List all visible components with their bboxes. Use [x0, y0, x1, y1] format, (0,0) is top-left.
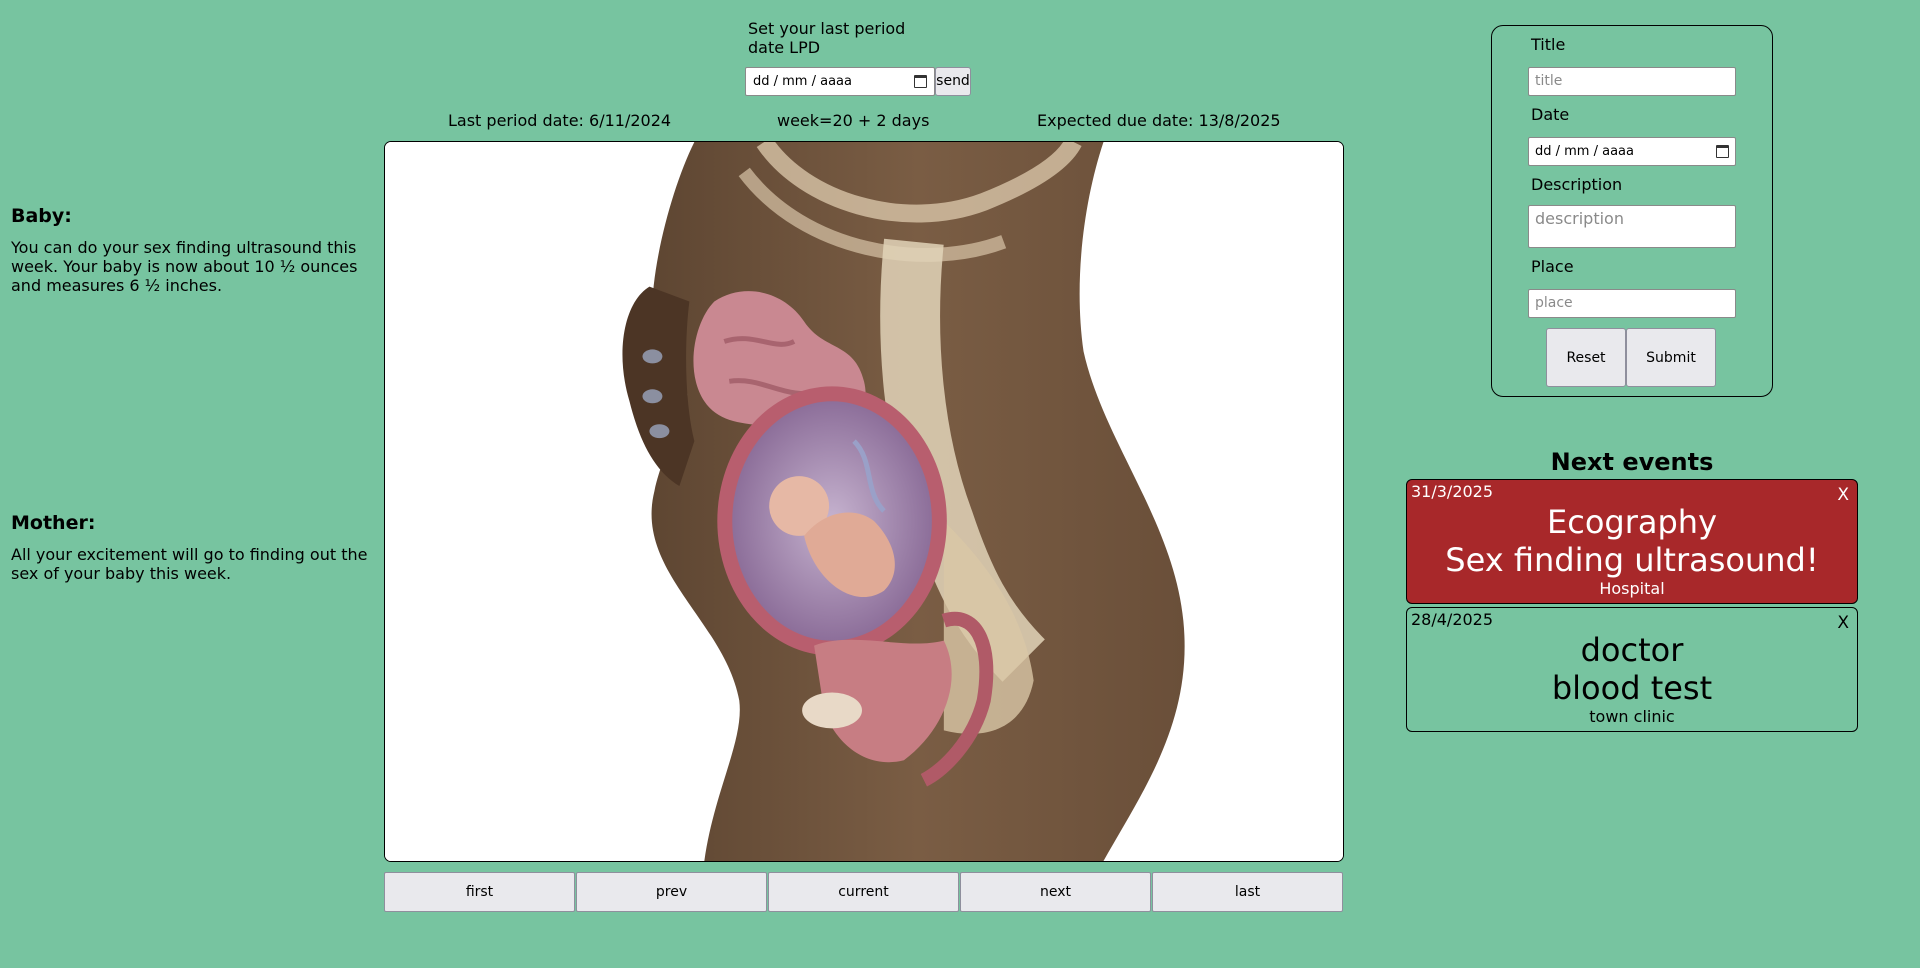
pregnancy-week: week=20 + 2 days	[777, 111, 930, 130]
event-name: blood test	[1551, 669, 1713, 707]
description-textarea[interactable]: description	[1528, 205, 1736, 248]
date-placeholder: dd / mm / aaaa	[1535, 144, 1634, 159]
event-place: town clinic	[1589, 707, 1675, 726]
expected-due-date: Expected due date: 13/8/2025	[1037, 111, 1281, 130]
event-date: 28/4/2025	[1411, 610, 1494, 629]
place-label: Place	[1531, 257, 1574, 276]
title-input[interactable]: title	[1528, 67, 1736, 96]
date-label: Date	[1531, 105, 1570, 124]
mother-text: All your excitement will go to finding o…	[11, 545, 368, 583]
event-card: 28/4/2025 X doctor blood test town clini…	[1406, 607, 1858, 732]
place-input[interactable]: place	[1528, 289, 1736, 318]
prev-button[interactable]: prev	[576, 872, 767, 912]
last-period-date: Last period date: 6/11/2024	[448, 111, 672, 130]
current-button[interactable]: current	[768, 872, 959, 912]
calendar-icon[interactable]	[914, 75, 927, 88]
event-type: Ecography	[1547, 503, 1717, 541]
calendar-icon[interactable]	[1716, 145, 1729, 158]
baby-text: You can do your sex finding ultrasound t…	[11, 238, 358, 295]
pregnancy-illustration	[384, 141, 1344, 862]
event-date: 31/3/2025	[1411, 482, 1494, 501]
last-button[interactable]: last	[1152, 872, 1343, 912]
lpd-date-input[interactable]: dd / mm / aaaa	[745, 67, 935, 96]
event-type: doctor	[1580, 631, 1684, 669]
title-label: Title	[1531, 35, 1566, 54]
submit-button[interactable]: Submit	[1626, 328, 1716, 387]
pregnancy-anatomy-illustration	[385, 142, 1343, 861]
date-input[interactable]: dd / mm / aaaa	[1528, 137, 1736, 166]
send-button[interactable]: send	[935, 67, 971, 96]
description-label: Description	[1531, 175, 1623, 194]
first-button[interactable]: first	[384, 872, 575, 912]
lpd-label: Set your last period date LPD	[748, 19, 906, 57]
event-place: Hospital	[1599, 579, 1665, 598]
event-card: 31/3/2025 X Ecography Sex finding ultras…	[1406, 479, 1858, 604]
close-icon[interactable]: X	[1837, 614, 1849, 632]
baby-heading: Baby:	[11, 205, 72, 227]
event-name: Sex finding ultrasound!	[1445, 541, 1819, 579]
lpd-date-placeholder: dd / mm / aaaa	[753, 74, 852, 89]
next-events-title: Next events	[1550, 448, 1714, 476]
close-icon[interactable]: X	[1837, 486, 1849, 504]
mother-heading: Mother:	[11, 512, 96, 534]
reset-button[interactable]: Reset	[1546, 328, 1626, 387]
next-button[interactable]: next	[960, 872, 1151, 912]
